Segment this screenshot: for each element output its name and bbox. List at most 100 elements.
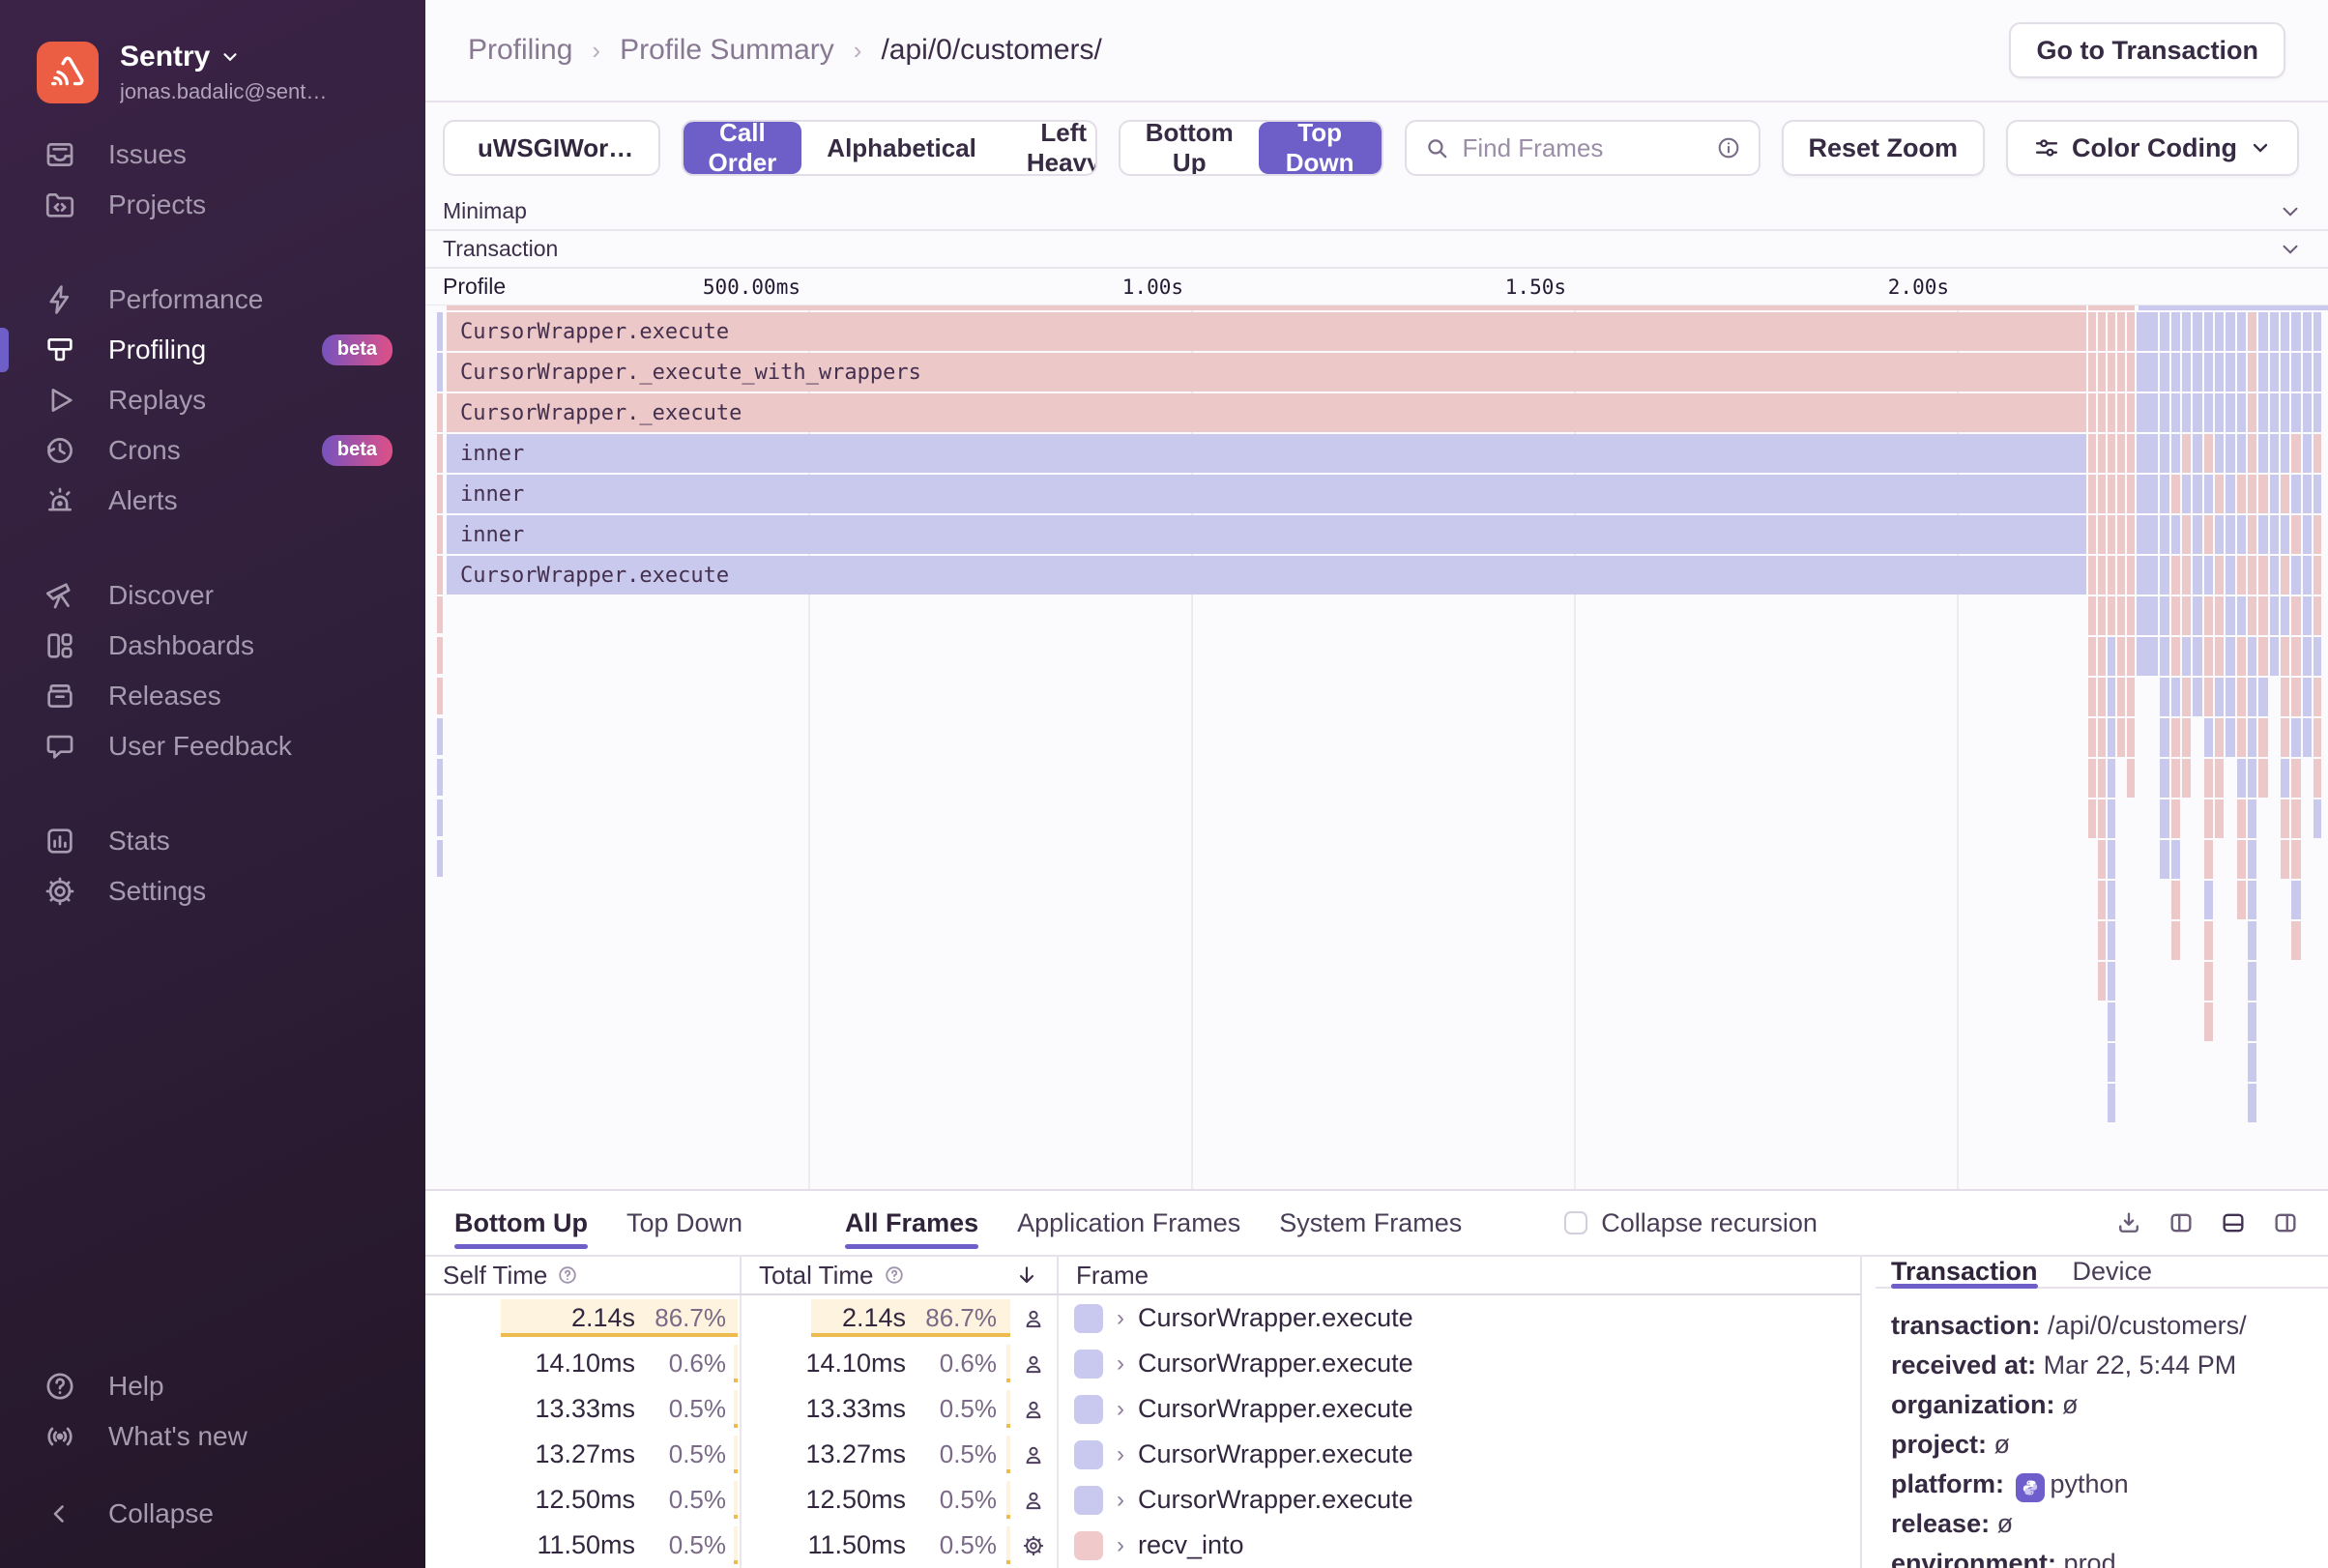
flame-cell — [2281, 515, 2289, 554]
direction-option-bottom-up[interactable]: Bottom Up — [1120, 122, 1259, 174]
tab-top-down[interactable]: Top Down — [626, 1191, 742, 1255]
flame-cell — [2193, 475, 2202, 513]
sidebar-item-issues[interactable]: Issues — [0, 130, 425, 180]
find-frames-search[interactable] — [1404, 120, 1761, 176]
chevron-down-icon — [2283, 245, 2298, 254]
sidebar-item-stats[interactable]: Stats — [0, 816, 425, 866]
tab-application-frames[interactable]: Application Frames — [1017, 1191, 1240, 1255]
flame-graph[interactable]: CursorWrapper.execute CursorWrapper._exec… — [425, 305, 2328, 1189]
profiling-icon — [43, 333, 77, 367]
expand-chevron-icon[interactable]: › — [1117, 1350, 1124, 1378]
frame-cell: › CursorWrapper.execute — [1059, 1432, 1860, 1477]
breadcrumb-item[interactable]: Profile Summary — [620, 34, 834, 67]
direction-option-top-down[interactable]: Top Down — [1258, 122, 1382, 174]
expand-chevron-icon[interactable]: › — [1117, 1532, 1124, 1559]
expand-chevron-icon[interactable]: › — [1117, 1441, 1124, 1468]
info-icon[interactable] — [1716, 135, 1741, 160]
layout-left-icon[interactable] — [2168, 1209, 2195, 1236]
details-tab-transaction[interactable]: Transaction — [1891, 1257, 2038, 1289]
flame-cell — [2160, 475, 2169, 513]
reset-zoom-button[interactable]: Reset Zoom — [1781, 120, 1986, 176]
flame-cell — [2098, 840, 2106, 879]
sort-option-call-order[interactable]: Call Order — [683, 122, 802, 174]
go-to-transaction-button[interactable]: Go to Transaction — [2009, 22, 2285, 78]
sidebar-item-projects[interactable]: Projects — [0, 180, 425, 230]
frame-cell: › CursorWrapper.execute — [1059, 1386, 1860, 1432]
collapse-button[interactable]: Collapse — [0, 1489, 425, 1539]
flame-cell — [2215, 434, 2224, 473]
flame-frame-cursorwrapper-execute[interactable]: CursorWrapper.execute — [447, 312, 2086, 351]
flame-frame-cursorwrapper-execute[interactable]: CursorWrapper._execute — [447, 393, 2086, 432]
layout-bottom-icon[interactable] — [2220, 1209, 2247, 1236]
flame-cell — [2226, 556, 2235, 595]
collapse-recursion-checkbox[interactable]: Collapse recursion — [1564, 1208, 1818, 1238]
sidebar-item-settings[interactable]: Settings — [0, 866, 425, 916]
detail-field-project: project: ø — [1891, 1425, 2318, 1465]
sort-option-alphabetical[interactable]: Alphabetical — [801, 122, 1002, 174]
sort-option-left-heavy[interactable]: Left Heavy — [1002, 122, 1095, 174]
column-frame[interactable]: Frame — [1059, 1257, 1860, 1293]
sidebar-item-help[interactable]: Help — [0, 1361, 425, 1411]
column-total-time[interactable]: Total Time — [742, 1257, 1059, 1293]
details-tab-device[interactable]: Device — [2073, 1257, 2153, 1287]
time-tick: 500.00ms — [702, 275, 800, 299]
flame-cell — [2193, 678, 2202, 716]
sidebar-item-profiling[interactable]: Profiling beta — [0, 325, 425, 375]
sidebar-item-replays[interactable]: Replays — [0, 375, 425, 425]
time-percent: 0.5% — [668, 1530, 726, 1559]
detail-value: ø — [1996, 1509, 2014, 1538]
expand-chevron-icon[interactable]: › — [1117, 1487, 1124, 1514]
time-tick: 1.00s — [1121, 275, 1183, 299]
column-self-time[interactable]: Self Time — [425, 1257, 742, 1293]
sidebar-item-user-feedback[interactable]: User Feedback — [0, 721, 425, 771]
tab-bottom-up[interactable]: Bottom Up — [454, 1191, 588, 1255]
flame-cell — [2248, 312, 2256, 351]
tab-system-frames[interactable]: System Frames — [1279, 1191, 1462, 1255]
sidebar-item-crons[interactable]: Crons beta — [0, 425, 425, 476]
breadcrumb-item[interactable]: Profiling — [468, 34, 572, 67]
sidebar-item-releases[interactable]: Releases — [0, 671, 425, 721]
flame-cell — [2248, 434, 2256, 473]
color-coding-button[interactable]: Color Coding — [2006, 120, 2299, 176]
flame-cell — [2171, 556, 2180, 595]
thread-selector[interactable]: uWSGIWor… — [443, 120, 660, 176]
flame-cell — [2215, 678, 2224, 716]
table-row[interactable]: 11.50ms 0.5% 11.50ms 0.5% › recv_into — [425, 1523, 1860, 1568]
table-row[interactable]: 13.27ms 0.5% 13.27ms 0.5% › CursorWrapper.exe… — [425, 1432, 1860, 1477]
transaction-section-toggle[interactable]: Transaction — [425, 231, 2328, 269]
flame-cell — [2088, 393, 2096, 432]
table-row[interactable]: 14.10ms 0.6% 14.10ms 0.6% › CursorWrapper.exe… — [425, 1341, 1860, 1386]
flame-cell — [2281, 718, 2289, 757]
flame-cell — [2226, 475, 2235, 513]
sidebar-header[interactable]: Sentry jonas.badalic@sent… — [0, 0, 425, 130]
expand-chevron-icon[interactable]: › — [1117, 1305, 1124, 1332]
color-coding-label: Color Coding — [2072, 132, 2237, 162]
flame-cell — [2127, 637, 2135, 676]
search-input[interactable] — [1462, 132, 1702, 163]
tab-all-frames[interactable]: All Frames — [845, 1191, 979, 1255]
expand-chevron-icon[interactable]: › — [1117, 1396, 1124, 1423]
flame-cell — [2171, 475, 2180, 513]
sidebar-item-performance[interactable]: Performance — [0, 275, 425, 325]
flame-frame-inner[interactable]: inner — [447, 515, 2086, 554]
table-row[interactable]: 2.14s 86.7% 2.14s 86.7% › CursorWrapper.execu… — [425, 1295, 1860, 1341]
flame-cell — [2193, 312, 2202, 351]
flame-frame-cursorwrapper-execute-with-wrappers[interactable]: CursorWrapper._execute_with_wrappers — [447, 353, 2086, 392]
download-icon[interactable] — [2115, 1209, 2142, 1236]
sidebar-item-alerts[interactable]: Alerts — [0, 476, 425, 526]
minimap-section-toggle[interactable]: Minimap — [425, 193, 2328, 231]
sidebar-item-discover[interactable]: Discover — [0, 570, 425, 621]
sidebar-item-dashboards[interactable]: Dashboards — [0, 621, 425, 671]
flame-frame-inner[interactable]: inner — [447, 475, 2086, 513]
flame-cell — [2291, 637, 2301, 676]
layout-right-icon[interactable] — [2272, 1209, 2299, 1236]
frame-color-swatch — [1074, 1485, 1103, 1515]
flame-cell — [2248, 678, 2256, 716]
table-row[interactable]: 12.50ms 0.5% 12.50ms 0.5% › CursorWrapper.exe… — [425, 1477, 1860, 1523]
flame-frame-inner[interactable]: inner — [447, 434, 2086, 473]
flame-cell — [2108, 1084, 2115, 1122]
flame-frame-cursorwrapper-execute[interactable]: CursorWrapper.execute — [447, 556, 2086, 595]
sidebar-item-what-s-new[interactable]: What's new — [0, 1411, 425, 1462]
time-value: 11.50ms — [537, 1530, 635, 1559]
table-row[interactable]: 13.33ms 0.5% 13.33ms 0.5% › CursorWrapper.exe… — [425, 1386, 1860, 1432]
